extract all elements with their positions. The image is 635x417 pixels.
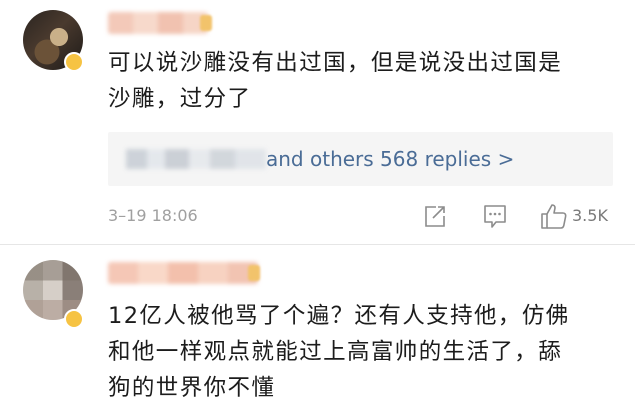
view-replies-link[interactable]: and others 568 replies >: [266, 146, 514, 172]
vip-badge-icon: [64, 309, 84, 329]
timestamp: 3–19 18:06: [108, 206, 198, 225]
thumbs-up-icon: [541, 204, 567, 229]
comment-text-line: 狗的世界你不懂: [108, 375, 276, 401]
like-count: 3.5K: [572, 206, 608, 225]
like-button[interactable]: 3.5K: [540, 202, 620, 230]
reply-button[interactable]: [483, 202, 507, 230]
replies-count-label: others 568 replies >: [310, 147, 515, 171]
level-badge-icon: [200, 15, 212, 31]
comment-text-line: 12亿人被他骂了个遍？还有人支持他，仿佛: [108, 303, 570, 329]
username-blurred[interactable]: [108, 12, 208, 34]
username-blurred[interactable]: [108, 262, 258, 284]
replies-and-label: and: [266, 147, 304, 171]
replies-preview[interactable]: and others 568 replies >: [108, 132, 613, 186]
level-badge-icon: [248, 265, 260, 281]
reply-usernames-blurred: [126, 149, 266, 169]
comment-item: 12亿人被他骂了个遍？还有人支持他，仿佛 和他一样观点就能过上高富帅的生活了，舔…: [0, 245, 635, 417]
comment-item: 可以说沙雕没有出过国，但是说没出过国是 沙雕，过分了 and others 56…: [0, 0, 635, 245]
comment-text: 可以说沙雕没有出过国，但是说没出过国是 沙雕，过分了: [108, 45, 613, 117]
vip-badge-icon: [64, 52, 84, 72]
comment-icon: [484, 205, 506, 228]
comment-footer: 3–19 18:06 3.5K: [0, 202, 635, 230]
comment-text: 12亿人被他骂了个遍？还有人支持他，仿佛 和他一样观点就能过上高富帅的生活了，舔…: [108, 298, 613, 406]
comment-text-line: 沙雕，过分了: [108, 86, 252, 112]
share-button[interactable]: [423, 202, 447, 230]
share-icon: [425, 206, 445, 227]
comment-text-line: 和他一样观点就能过上高富帅的生活了，舔: [108, 339, 563, 365]
comment-text-line: 可以说沙雕没有出过国，但是说没出过国是: [108, 50, 563, 76]
